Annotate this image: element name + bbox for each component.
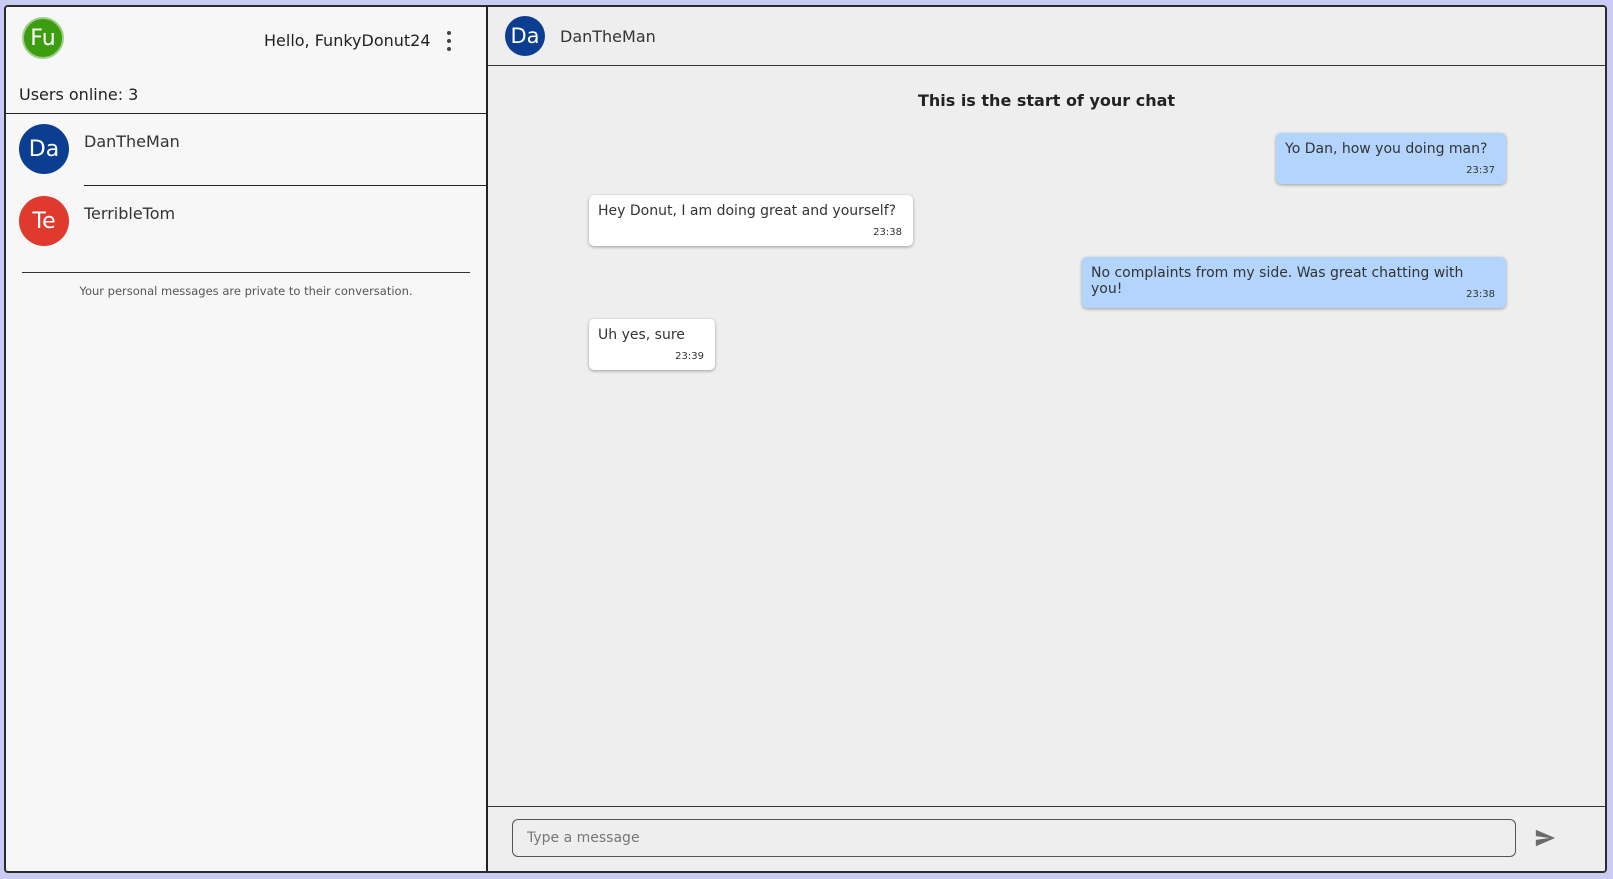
my-avatar-initials: Fu	[30, 25, 56, 51]
user-name: TerribleTom	[84, 204, 176, 223]
avatar-initials: Da	[28, 136, 60, 162]
avatar: Da	[19, 124, 69, 174]
app-window: Fu Hello, FunkyDonut24 Users online: 3 D…	[4, 5, 1607, 873]
avatar: Te	[19, 196, 69, 246]
chat-start-text: This is the start of your chat	[917, 91, 1176, 110]
sidebar: Fu Hello, FunkyDonut24 Users online: 3 D…	[6, 7, 488, 871]
user-item-terribletom[interactable]: Te TerribleTom	[6, 186, 486, 258]
message-composer	[488, 806, 1605, 871]
avatar-initials: Da	[510, 24, 540, 48]
message-input[interactable]	[512, 819, 1516, 857]
message-time: 23:38	[1466, 289, 1495, 300]
message-text: Hey Donut, I am doing great and yourself…	[598, 203, 897, 219]
user-name: DanTheMan	[84, 132, 180, 151]
user-list: Da DanTheMan Te TerribleTom	[6, 114, 486, 258]
message-text: No complaints from my side. Was great ch…	[1091, 265, 1464, 297]
chat-header: Da DanTheMan	[488, 7, 1605, 66]
greeting-text: Hello, FunkyDonut24	[264, 31, 431, 50]
my-avatar[interactable]: Fu	[22, 17, 64, 59]
chat-partner-avatar[interactable]: Da	[505, 16, 545, 56]
message-bubble-received: Uh yes, sure 23:39	[589, 319, 715, 370]
message-time: 23:38	[873, 227, 902, 238]
avatar-initials: Te	[32, 208, 56, 234]
message-bubble-sent: No complaints from my side. Was great ch…	[1082, 257, 1506, 308]
message-time: 23:37	[1466, 165, 1495, 176]
users-online-count: Users online: 3	[19, 85, 139, 104]
message-text: Uh yes, sure	[598, 327, 685, 343]
privacy-note: Your personal messages are private to th…	[79, 284, 413, 298]
message-time: 23:39	[675, 351, 704, 362]
chat-partner-name: DanTheMan	[560, 27, 656, 46]
message-bubble-received: Hey Donut, I am doing great and yourself…	[589, 195, 913, 246]
divider	[22, 272, 470, 273]
chat-panel: Da DanTheMan This is the start of your c…	[488, 7, 1605, 871]
user-item-dantheman[interactable]: Da DanTheMan	[6, 114, 486, 186]
more-vert-icon[interactable]	[442, 29, 456, 53]
send-icon[interactable]	[1532, 827, 1558, 849]
message-text: Yo Dan, how you doing man?	[1285, 141, 1488, 157]
message-bubble-sent: Yo Dan, how you doing man? 23:37	[1276, 133, 1506, 184]
